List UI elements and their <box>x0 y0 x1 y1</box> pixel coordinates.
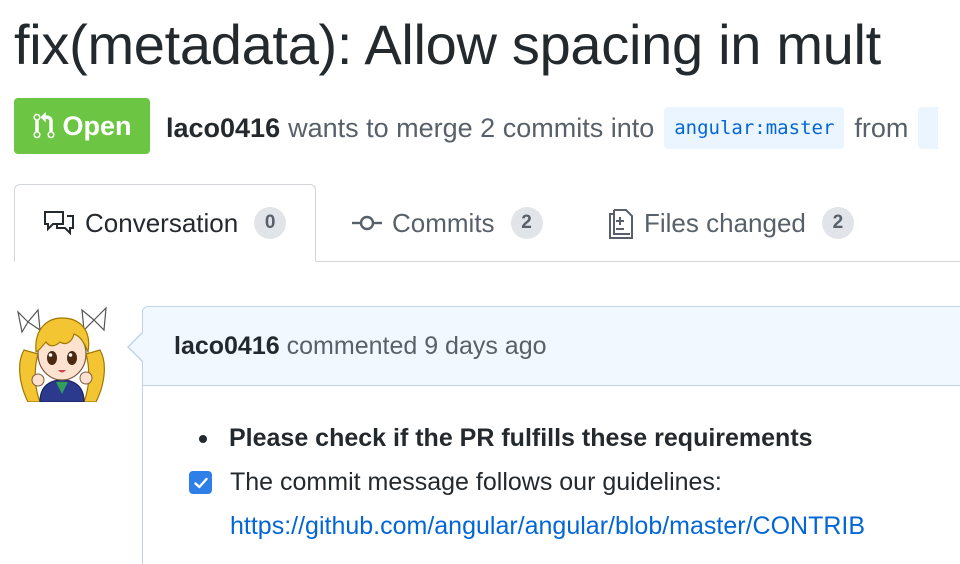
comment-pointer-fill <box>129 333 143 361</box>
tab-conversation-count: 0 <box>254 207 287 239</box>
file-diff-icon <box>609 209 633 239</box>
task-checkbox[interactable] <box>189 471 212 494</box>
bullet-icon <box>199 434 207 443</box>
pr-author-link[interactable]: laco0416 <box>166 113 280 144</box>
tab-files-changed-count: 2 <box>821 207 854 239</box>
base-branch-ref[interactable]: angular:master <box>664 107 845 149</box>
head-branch-ref[interactable] <box>918 107 939 149</box>
tab-files-changed-label: Files changed <box>644 207 806 238</box>
avatar[interactable] <box>14 302 110 403</box>
tab-conversation[interactable]: Conversation 0 <box>14 184 316 262</box>
tab-files-changed[interactable]: Files changed 2 <box>608 184 854 262</box>
open-state-badge: Open <box>14 98 150 154</box>
contributing-guidelines-link[interactable]: https://github.com/angular/angular/blob/… <box>230 512 865 541</box>
comment-box: laco0416 commented 9 days ago Please che… <box>127 306 960 564</box>
tab-commits-label: Commits <box>392 207 495 238</box>
merge-text: wants to merge 2 commits into <box>288 112 655 143</box>
list-item: Please check if the PR fulfills these re… <box>199 424 813 453</box>
comment-discussion-icon <box>44 211 74 236</box>
comment-author-link[interactable]: laco0416 <box>174 332 280 361</box>
checkmark-icon <box>193 477 208 488</box>
pr-title: fix(metadata): Allow spacing in mult <box>14 13 881 76</box>
tab-commits-count: 2 <box>510 207 543 239</box>
state-label: Open <box>62 110 132 141</box>
comment-timestamp[interactable]: commented 9 days ago <box>287 332 547 361</box>
from-text: from <box>854 112 909 143</box>
task-text: The commit message follows our guideline… <box>230 468 722 496</box>
git-pull-request-icon <box>33 112 55 139</box>
requirements-heading: Please check if the PR fulfills these re… <box>229 424 813 452</box>
comment-header: laco0416 commented 9 days ago <box>143 307 960 386</box>
git-commit-icon <box>352 215 382 231</box>
pr-meta: laco0416 wants to merge 2 commits into a… <box>166 106 939 150</box>
task-list-item: The commit message follows our guideline… <box>189 468 722 497</box>
pr-tabnav: Conversation 0 Commits 2 Files changed 2 <box>14 184 960 262</box>
anime-character-avatar <box>17 306 107 403</box>
tab-conversation-label: Conversation <box>85 207 239 238</box>
tab-commits[interactable]: Commits 2 <box>352 184 543 262</box>
